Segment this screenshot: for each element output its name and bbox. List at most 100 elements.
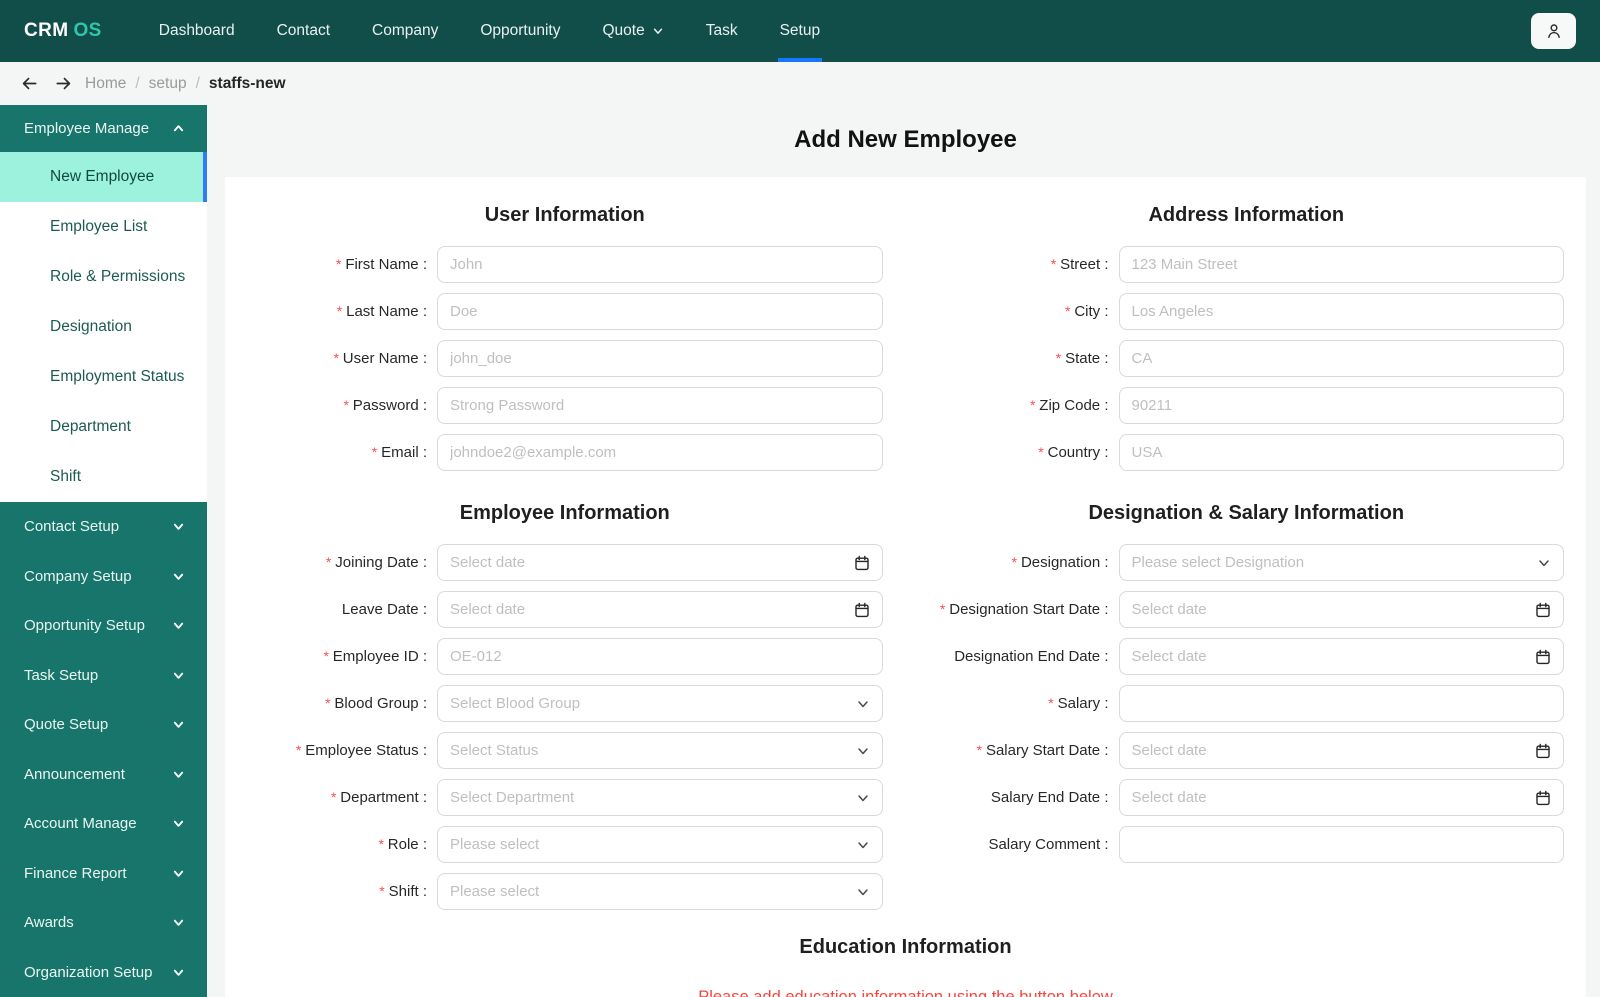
sidebar-item-role-permissions[interactable]: Role & Permissions xyxy=(0,252,207,302)
chevron-down-icon xyxy=(172,867,185,880)
field-role: Role Please select xyxy=(247,826,883,863)
nav-item-quote[interactable]: Quote xyxy=(581,0,684,62)
sidebar-section-task-setup[interactable]: Task Setup xyxy=(0,651,207,701)
blood-group-select[interactable]: Select Blood Group xyxy=(437,685,883,722)
sidebar-section-company-setup[interactable]: Company Setup xyxy=(0,552,207,602)
chevron-down-icon xyxy=(172,619,185,632)
nav-item-setup[interactable]: Setup xyxy=(759,0,842,62)
breadcrumb-setup[interactable]: setup xyxy=(149,75,187,93)
shift-select[interactable]: Please select xyxy=(437,873,883,910)
designation-start-date-picker[interactable]: Select date xyxy=(1118,591,1564,628)
main-content: Add New Employee User Information First … xyxy=(207,105,1600,997)
calendar-icon xyxy=(1535,743,1551,759)
nav-item-company[interactable]: Company xyxy=(351,0,459,62)
role-select[interactable]: Please select xyxy=(437,826,883,863)
sidebar-item-employee-list[interactable]: Employee List xyxy=(0,202,207,252)
chevron-down-icon xyxy=(1537,556,1551,570)
forward-arrow-icon[interactable] xyxy=(51,74,76,93)
field-department: Department Select Department xyxy=(247,779,883,816)
sidebar-section-finance-report[interactable]: Finance Report xyxy=(0,849,207,899)
section-heading-designation-salary: Designation & Salary Information xyxy=(1088,502,1405,524)
field-email: Email johndoe2@example.com xyxy=(247,434,883,471)
salary-start-date-picker[interactable]: Select date xyxy=(1118,732,1564,769)
employee-status-select[interactable]: Select Status xyxy=(437,732,883,769)
nav-item-opportunity[interactable]: Opportunity xyxy=(459,0,581,62)
section-heading-address-information: Address Information xyxy=(1148,204,1345,226)
main-nav: Dashboard Contact Company Opportunity Qu… xyxy=(138,0,841,62)
chevron-down-icon xyxy=(856,744,870,758)
breadcrumb-current: staffs-new xyxy=(208,74,286,92)
education-information-section: Education Information Please add educati… xyxy=(247,936,1564,997)
breadcrumb-separator: / xyxy=(195,74,200,92)
back-arrow-icon[interactable] xyxy=(17,74,42,93)
sidebar-section-awards[interactable]: Awards xyxy=(0,898,207,948)
salary-input[interactable] xyxy=(1118,685,1564,722)
sidebar-item-designation[interactable]: Designation xyxy=(0,302,207,352)
field-salary: Salary xyxy=(929,685,1564,722)
zip-code-input[interactable]: 90211 xyxy=(1118,387,1564,424)
nav-item-dashboard[interactable]: Dashboard xyxy=(138,0,256,62)
field-street: Street 123 Main Street xyxy=(929,246,1564,283)
leave-date-picker[interactable]: Select date xyxy=(437,591,883,628)
first-name-input[interactable]: John xyxy=(437,246,883,283)
chevron-down-icon xyxy=(172,570,185,583)
field-salary-end-date: Salary End Date Select date xyxy=(929,779,1564,816)
calendar-icon xyxy=(1535,649,1551,665)
designation-end-date-picker[interactable]: Select date xyxy=(1118,638,1564,675)
chevron-down-icon xyxy=(172,817,185,830)
sidebar-section-employee-manage[interactable]: Employee Manage xyxy=(0,105,207,152)
field-city: City Los Angeles xyxy=(929,293,1564,330)
state-input[interactable]: CA xyxy=(1118,340,1564,377)
sidebar-section-quote-setup[interactable]: Quote Setup xyxy=(0,700,207,750)
nav-item-task[interactable]: Task xyxy=(685,0,759,62)
chevron-down-icon xyxy=(172,768,185,781)
salary-comment-input[interactable] xyxy=(1118,826,1564,863)
section-heading-user-information: User Information xyxy=(484,204,645,226)
sidebar-item-new-employee[interactable]: New Employee xyxy=(0,152,207,202)
department-select[interactable]: Select Department xyxy=(437,779,883,816)
nav-item-contact[interactable]: Contact xyxy=(256,0,351,62)
sidebar-section-organization-setup[interactable]: Organization Setup xyxy=(0,948,207,997)
street-input[interactable]: 123 Main Street xyxy=(1118,246,1564,283)
logo-part-os: OS xyxy=(73,20,102,41)
city-input[interactable]: Los Angeles xyxy=(1118,293,1564,330)
chevron-down-icon xyxy=(172,718,185,731)
chevron-down-icon xyxy=(172,520,185,533)
sidebar-section-contact-setup[interactable]: Contact Setup xyxy=(0,502,207,552)
last-name-input[interactable]: Doe xyxy=(437,293,883,330)
calendar-icon xyxy=(854,555,870,571)
top-navbar: CRM OS Dashboard Contact Company Opportun… xyxy=(0,0,1600,62)
field-leave-date: Leave Date Select date xyxy=(247,591,883,628)
sidebar-section-announcement[interactable]: Announcement xyxy=(0,750,207,800)
chevron-up-icon xyxy=(172,122,185,135)
field-designation: Designation Please select Designation xyxy=(929,544,1564,581)
sidebar-section-opportunity-setup[interactable]: Opportunity Setup xyxy=(0,601,207,651)
add-employee-form-card: User Information First Name John Last Na… xyxy=(225,177,1586,997)
sidebar-item-employment-status[interactable]: Employment Status xyxy=(0,352,207,402)
user-account-button[interactable] xyxy=(1531,13,1576,49)
sidebar-section-account-manage[interactable]: Account Manage xyxy=(0,799,207,849)
password-input[interactable]: Strong Password xyxy=(437,387,883,424)
section-heading-education-information: Education Information xyxy=(799,936,1012,958)
chevron-down-icon xyxy=(172,916,185,929)
chevron-down-icon xyxy=(172,966,185,979)
user-name-input[interactable]: john_doe xyxy=(437,340,883,377)
country-input[interactable]: USA xyxy=(1118,434,1564,471)
breadcrumb-home[interactable]: Home xyxy=(85,75,126,93)
breadcrumb-separator: / xyxy=(135,74,140,92)
chevron-down-icon xyxy=(856,697,870,711)
designation-salary-section: Designation & Salary Information Designa… xyxy=(929,481,1564,920)
chevron-down-icon xyxy=(856,791,870,805)
section-heading-employee-information: Employee Information xyxy=(459,502,670,524)
field-salary-start-date: Salary Start Date Select date xyxy=(929,732,1564,769)
chevron-down-icon xyxy=(652,25,664,37)
employee-id-input[interactable]: OE-012 xyxy=(437,638,883,675)
sidebar-item-department[interactable]: Department xyxy=(0,402,207,452)
salary-end-date-picker[interactable]: Select date xyxy=(1118,779,1564,816)
joining-date-picker[interactable]: Select date xyxy=(437,544,883,581)
field-joining-date: Joining Date Select date xyxy=(247,544,883,581)
sidebar-item-shift[interactable]: Shift xyxy=(0,452,207,502)
designation-select[interactable]: Please select Designation xyxy=(1118,544,1564,581)
email-input[interactable]: johndoe2@example.com xyxy=(437,434,883,471)
chevron-down-icon xyxy=(856,838,870,852)
